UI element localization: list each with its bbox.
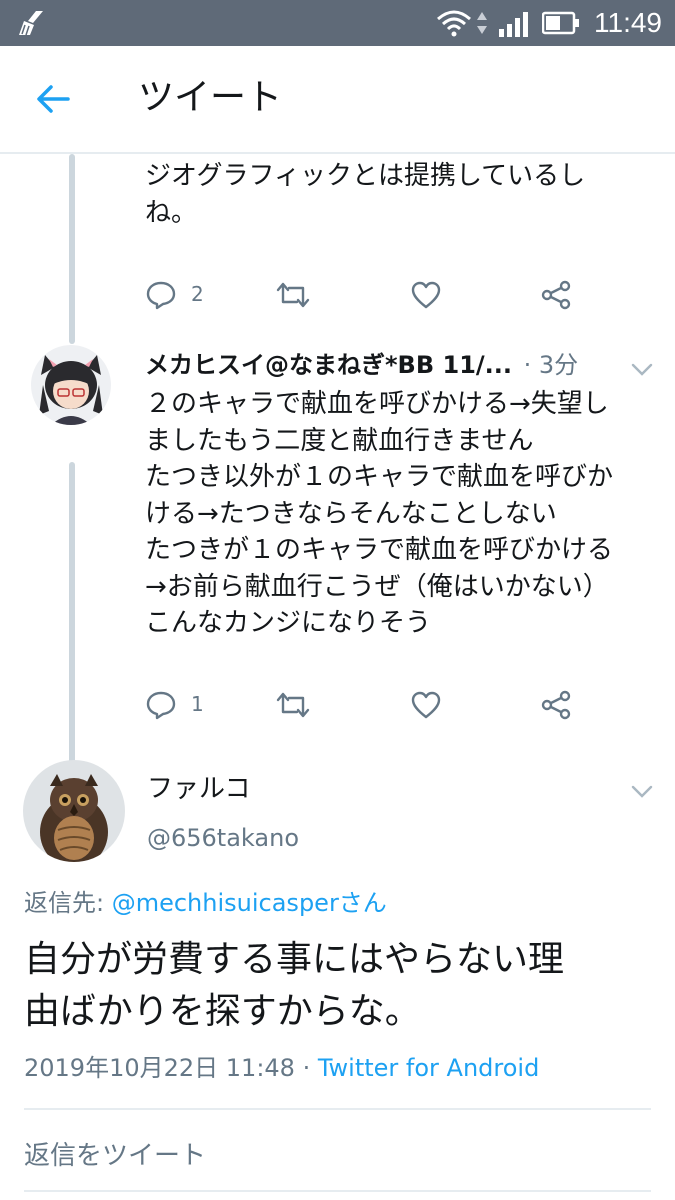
status-time: 11:49 [594, 7, 662, 38]
display-name[interactable]: メカヒスイ@なまねぎ*BB 11/... [145, 351, 512, 379]
tweet-timestamp: 2019年10月22日 11:48 · [24, 1054, 318, 1082]
replying-to-label: 返信先: [24, 889, 112, 917]
tweet-meta: 2019年10月22日 11:48 · Twitter for Android [24, 1052, 539, 1084]
share-icon [541, 280, 571, 310]
like-button[interactable] [410, 274, 450, 314]
user-handle[interactable]: @656takano [147, 822, 299, 854]
divider [24, 1190, 651, 1192]
divider [24, 1108, 651, 1110]
heart-icon [411, 691, 441, 719]
wifi-icon [437, 10, 471, 37]
tweet-text-line: ける→たつきならそんなことしない [145, 499, 557, 529]
tweet-actions: 1 [145, 684, 585, 724]
thread-connector [69, 462, 75, 764]
status-bar: 11:49 [0, 0, 675, 46]
avatar[interactable] [23, 760, 125, 862]
reply-button[interactable]: 1 [145, 684, 235, 724]
retweet-button[interactable] [275, 684, 315, 724]
chevron-down-icon[interactable] [630, 784, 654, 800]
arrow-left-icon[interactable] [34, 80, 72, 118]
share-button[interactable] [541, 274, 581, 314]
retweet-icon [276, 282, 310, 308]
tweet-text-line: たつき以外が１のキャラで献血を呼びか [145, 462, 614, 492]
reply-button[interactable]: 2 [145, 274, 235, 314]
tweet-author-line: メカヒスイ@なまねぎ*BB 11/... · 3分 [145, 349, 578, 381]
app-header: ツイート [0, 46, 675, 154]
tweet-actions: 2 [145, 274, 585, 314]
data-arrows-icon [477, 12, 487, 34]
reply-count: 1 [191, 692, 204, 716]
avatar-anime-girl-image [31, 345, 111, 425]
reply-icon [146, 691, 176, 720]
retweet-icon [276, 692, 310, 718]
tweet-source-link[interactable]: Twitter for Android [318, 1054, 539, 1082]
tweet-text-line: ましたもう二度と献血行きません [145, 426, 534, 456]
chevron-down-icon[interactable] [630, 362, 654, 378]
tweet-text-line: →お前ら献血行こうぜ（俺はいかない） [145, 572, 609, 602]
tweet-text-line: たつきが１のキャラで献血を呼びかける [145, 535, 614, 565]
page-title: ツイート [138, 77, 283, 118]
avatar-owl-image [23, 760, 125, 862]
thread-connector [69, 154, 75, 344]
tweet-text-line: こんなカンジになりそう [145, 608, 432, 638]
tweet-text-line: 由ばかりを探すからな。 [24, 991, 421, 1032]
share-icon [541, 690, 571, 720]
share-button[interactable] [541, 684, 581, 724]
tweet-time: · 3分 [523, 351, 579, 379]
tweet-text-line: 自分が労費する事にはやらない理 [24, 939, 565, 980]
reply-input[interactable]: 返信をツイート [24, 1138, 206, 1174]
cleaner-broom-icon [19, 11, 43, 36]
replying-to: 返信先: @mechhisuicasperさん [24, 887, 387, 919]
tweet-text-line: ２のキャラで献血を呼びかける→失望し [145, 389, 609, 419]
avatar[interactable] [31, 345, 111, 425]
tweet-text-line: ね。 [145, 198, 198, 228]
reply-count: 2 [191, 282, 204, 306]
tweet-body: 自分が労費する事にはやらない理 由ばかりを探すからな。 [24, 934, 564, 1038]
battery-icon [542, 11, 579, 35]
reply-icon [146, 281, 176, 310]
display-name[interactable]: ファルコ [147, 773, 250, 805]
retweet-button[interactable] [275, 274, 315, 314]
signal-icon [499, 12, 528, 37]
replying-to-handle[interactable]: @mechhisuicasperさん [112, 889, 387, 917]
like-button[interactable] [410, 684, 450, 724]
heart-icon [411, 281, 441, 309]
tweet-text-line: ジオグラフィックとは提携しているし [145, 161, 586, 191]
